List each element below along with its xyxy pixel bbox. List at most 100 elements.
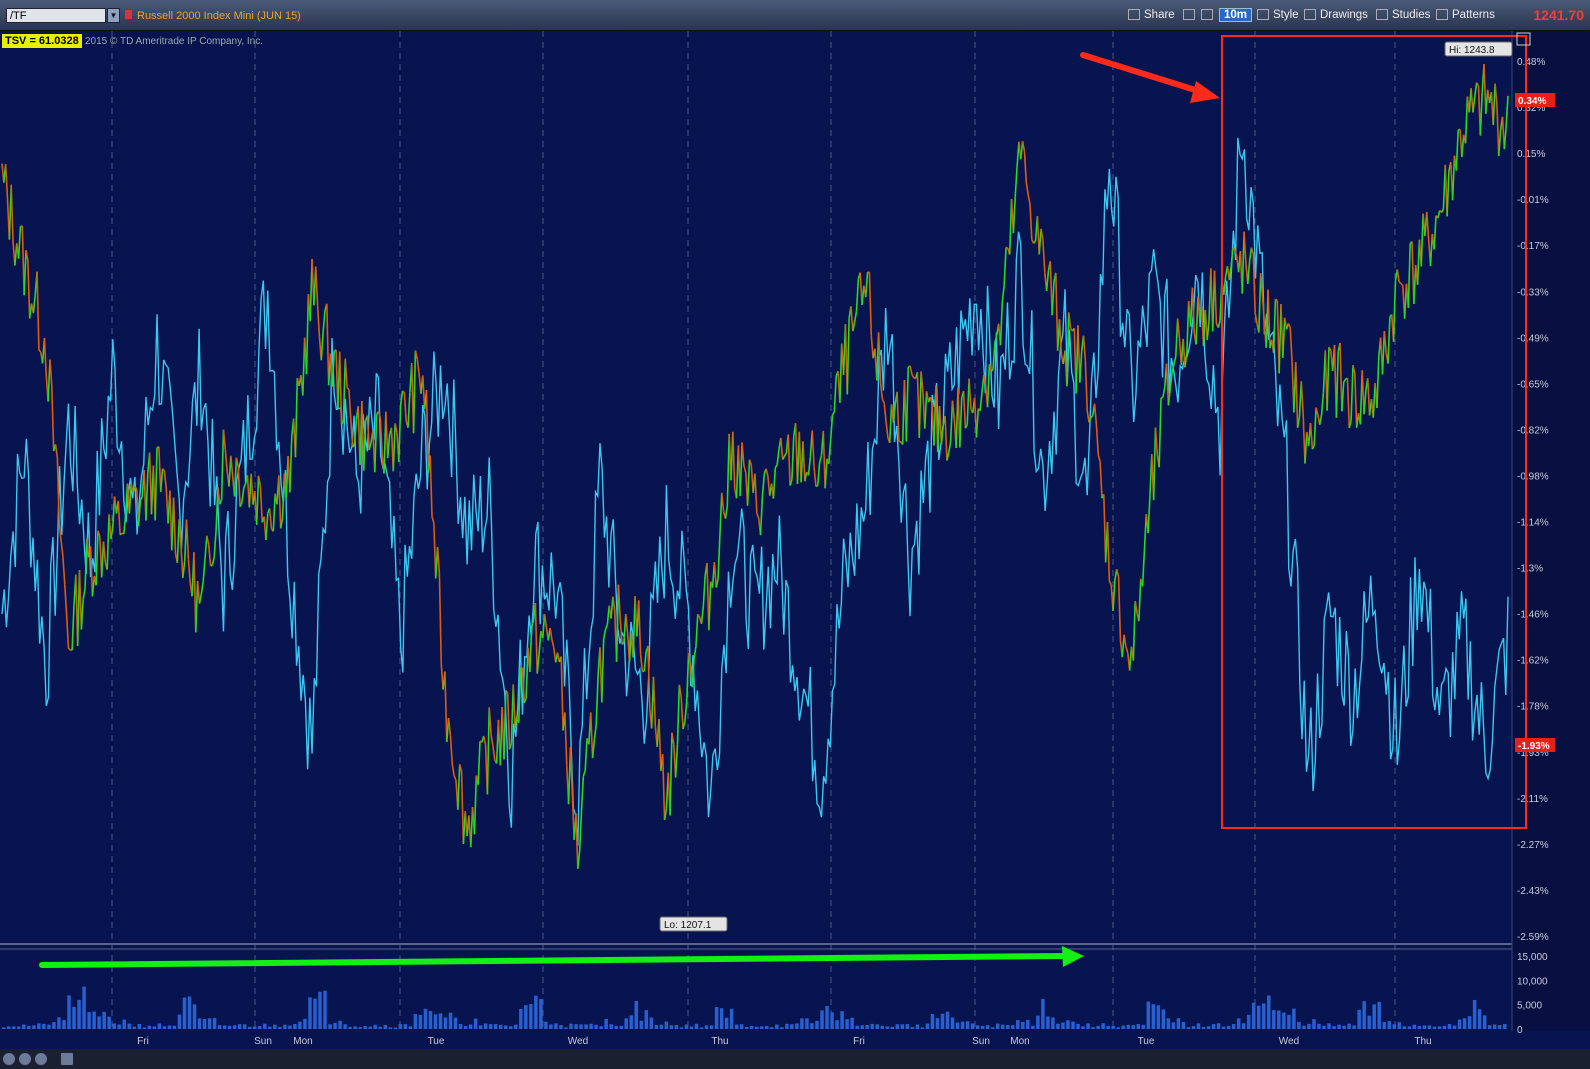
price-series-segment bbox=[473, 775, 478, 835]
price-series-segment bbox=[460, 771, 465, 845]
volume-bar bbox=[1136, 1024, 1141, 1029]
volume-bar bbox=[790, 1024, 794, 1029]
price-series-segment bbox=[1217, 320, 1221, 328]
volume-bar bbox=[1417, 1025, 1422, 1029]
volume-bar bbox=[172, 1025, 177, 1029]
price-series-segment bbox=[322, 310, 326, 332]
price-series-segment bbox=[780, 437, 784, 460]
volume-bar bbox=[709, 1025, 714, 1029]
price-series-segment bbox=[595, 674, 599, 725]
style-button[interactable]: Style bbox=[1257, 7, 1299, 24]
price-series-segment bbox=[1294, 362, 1299, 428]
price-series-segment bbox=[477, 741, 481, 785]
share-button[interactable]: Share bbox=[1128, 7, 1175, 24]
symbol-dropdown-button[interactable]: ▼ bbox=[107, 8, 120, 23]
price-series-segment bbox=[824, 458, 828, 489]
volume-bar bbox=[253, 1026, 257, 1029]
price-series-segment bbox=[1012, 196, 1017, 234]
volume-bar bbox=[1452, 1025, 1457, 1029]
price-series-segment bbox=[591, 739, 596, 759]
volume-bar bbox=[840, 1011, 844, 1029]
annotation-green-arrow[interactable] bbox=[39, 953, 1068, 968]
price-series-segment bbox=[520, 666, 523, 669]
volume-bar bbox=[268, 1026, 272, 1029]
y-tick-label: -0.33% bbox=[1517, 287, 1549, 298]
reset-icon[interactable] bbox=[34, 1052, 48, 1066]
volume-bar bbox=[1367, 1015, 1371, 1029]
volume-bar bbox=[780, 1027, 784, 1029]
price-series-segment bbox=[1158, 397, 1162, 468]
chart-area[interactable]: 0.48% 0.32% 0.15% -0.01% -0.17% -0.33% -0.49% -… bbox=[0, 31, 1590, 1069]
price-series-segment bbox=[852, 321, 856, 332]
volume-bar bbox=[263, 1023, 267, 1029]
volume-bar bbox=[1317, 1023, 1321, 1029]
symbol-input[interactable]: /TF bbox=[6, 8, 106, 23]
volume-bar bbox=[1021, 1021, 1025, 1029]
y-tick-label: 0.48% bbox=[1517, 57, 1545, 68]
volume-bar bbox=[549, 1024, 553, 1029]
price-series-segment bbox=[416, 358, 420, 375]
price-series-segment bbox=[881, 398, 885, 404]
volume-bar bbox=[1000, 1024, 1005, 1029]
annotation-red-arrowhead bbox=[1190, 81, 1220, 103]
price-series-segment bbox=[708, 581, 712, 631]
zoom-out-icon[interactable] bbox=[2, 1052, 16, 1066]
price-series-segment bbox=[272, 493, 276, 532]
price-series-segment bbox=[82, 588, 86, 600]
volume-bar bbox=[1277, 1010, 1281, 1029]
price-series-segment bbox=[534, 603, 539, 674]
volume-bar bbox=[443, 1017, 448, 1029]
chart-canvas[interactable]: 0.48%0.32%0.15%-0.01%-0.17%-0.33%-0.49%-… bbox=[0, 31, 1590, 1069]
drawings-button[interactable]: Drawings bbox=[1304, 7, 1368, 24]
patterns-button[interactable]: Patterns bbox=[1436, 7, 1495, 24]
pencil-icon bbox=[1304, 9, 1316, 20]
price-series-segment bbox=[1274, 298, 1278, 302]
volume-bar bbox=[42, 1023, 46, 1029]
volume-bar bbox=[157, 1023, 162, 1029]
period-button[interactable]: 10m bbox=[1219, 7, 1253, 24]
patterns-label: Patterns bbox=[1452, 9, 1495, 21]
expand-icon[interactable] bbox=[60, 1052, 74, 1066]
volume-bar bbox=[895, 1024, 900, 1029]
price-series-segment bbox=[206, 535, 210, 545]
volume-tick-label: 15,000 bbox=[1517, 952, 1548, 963]
volume-bar bbox=[734, 1024, 739, 1029]
volume-bar bbox=[599, 1026, 603, 1029]
price-series-segment bbox=[717, 534, 721, 579]
price-series-segment bbox=[89, 546, 94, 597]
price-series-segment bbox=[940, 425, 945, 445]
studies-button[interactable]: Studies bbox=[1376, 7, 1430, 24]
volume-bar bbox=[604, 1019, 608, 1029]
crosshair-button[interactable] bbox=[1183, 7, 1199, 24]
volume-bar bbox=[1091, 1027, 1095, 1029]
volume-bar bbox=[805, 1018, 809, 1029]
price-axis[interactable] bbox=[1512, 31, 1590, 1031]
zoom-in-icon[interactable] bbox=[18, 1052, 32, 1066]
price-series-segment bbox=[36, 271, 40, 351]
price-series-segment bbox=[1147, 495, 1151, 534]
price-series-segment bbox=[661, 753, 666, 820]
settings-button[interactable] bbox=[1201, 7, 1217, 24]
y-tick-label: -1.62% bbox=[1517, 656, 1549, 667]
tsv-indicator-badge[interactable]: TSV = 61.0328 bbox=[2, 34, 82, 48]
price-series-segment bbox=[250, 473, 254, 505]
price-series-segment bbox=[684, 702, 688, 723]
volume-bar bbox=[669, 1025, 674, 1029]
volume-bar bbox=[132, 1026, 137, 1029]
price-series-segment bbox=[1023, 151, 1028, 183]
volume-bar bbox=[785, 1023, 789, 1029]
volume-bar bbox=[463, 1025, 468, 1029]
price-series-segment bbox=[17, 226, 22, 259]
symbol-link-flag-icon[interactable] bbox=[125, 10, 132, 19]
price-series-segment bbox=[1326, 347, 1330, 411]
volume-bar bbox=[453, 1017, 458, 1029]
volume-bar bbox=[1322, 1025, 1326, 1029]
price-series-segment bbox=[1186, 301, 1190, 354]
annotation-red-arrow[interactable] bbox=[1080, 52, 1208, 96]
volume-bar bbox=[207, 1018, 212, 1029]
volume-bar bbox=[418, 1014, 423, 1029]
price-series-segment bbox=[1289, 327, 1293, 362]
volume-bar bbox=[333, 1023, 337, 1029]
price-series-segment bbox=[1045, 270, 1050, 292]
volume-bar bbox=[739, 1024, 744, 1029]
